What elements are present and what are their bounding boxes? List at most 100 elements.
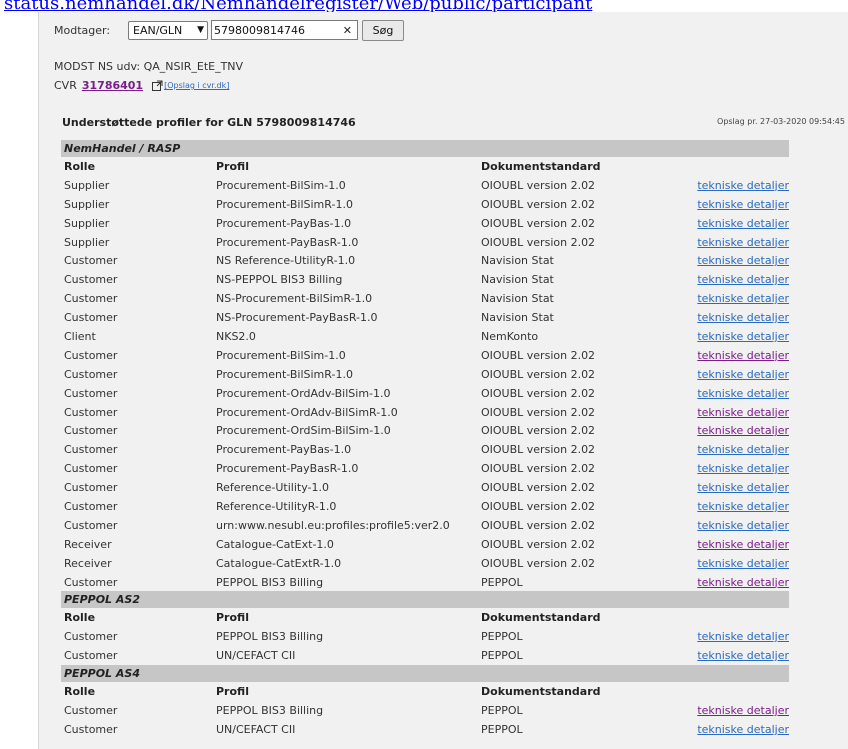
cvr-lookup-link[interactable]: [Opslag i cvr.dk] — [164, 81, 229, 90]
column-header-profile: Profil — [216, 159, 249, 173]
row-role: Customer — [64, 499, 118, 513]
row-doc-standard: OIOUBL version 2.02 — [481, 443, 596, 457]
profiles-table: NemHandel / RASP Rolle Profil Dokumentstand… — [61, 140, 789, 739]
search-bar: Modtager: EAN/GLN ▼ 5798009814746 ✕ Søg — [54, 19, 404, 41]
row-profile: NS-Procurement-PayBasR-1.0 — [216, 311, 378, 325]
row-doc-standard: Navision Stat — [481, 254, 554, 268]
id-type-select[interactable]: EAN/GLN ▼ — [128, 20, 208, 40]
technical-details-link[interactable]: tekniske detaljer — [686, 406, 789, 419]
technical-details-link[interactable]: tekniske detaljer — [686, 254, 789, 267]
technical-details-link[interactable]: tekniske detaljer — [686, 649, 789, 662]
technical-details-link[interactable]: tekniske detaljer — [686, 519, 789, 532]
row-role: Customer — [64, 254, 118, 268]
row-role: Customer — [64, 348, 118, 362]
technical-details-link[interactable]: tekniske detaljer — [686, 330, 789, 343]
technical-details-link[interactable]: tekniske detaljer — [686, 198, 789, 211]
column-header-row: Rolle Profil Dokumentstandard — [61, 682, 789, 701]
technical-details-link[interactable]: tekniske detaljer — [686, 387, 789, 400]
table-row: Customer Procurement-PayBasR-1.0 OIOUBL ve… — [61, 459, 789, 478]
technical-details-link[interactable]: tekniske detaljer — [686, 704, 789, 717]
technical-details-link[interactable]: tekniske detaljer — [686, 723, 789, 736]
clear-icon[interactable]: ✕ — [343, 24, 352, 37]
technical-details-link[interactable]: tekniske detaljer — [686, 424, 789, 437]
table-row: Receiver Catalogue-CatExt-1.0 OIOUBL versi… — [61, 535, 789, 554]
technical-details-link[interactable]: tekniske detaljer — [686, 349, 789, 362]
row-profile: Reference-UtilityR-1.0 — [216, 499, 337, 513]
technical-details-link[interactable]: tekniske detaljer — [686, 273, 789, 286]
row-doc-standard: PEPPOL — [481, 649, 523, 663]
row-doc-standard: Navision Stat — [481, 292, 554, 306]
table-row: Customer PEPPOL BIS3 Billing PEPPOL teknisk… — [61, 627, 789, 646]
row-role: Customer — [64, 649, 118, 663]
technical-details-link[interactable]: tekniske detaljer — [686, 630, 789, 643]
technical-details-link[interactable]: tekniske detaljer — [686, 462, 789, 475]
technical-details-link[interactable]: tekniske detaljer — [686, 500, 789, 513]
column-header-row: Rolle Profil Dokumentstandard — [61, 608, 789, 627]
column-header-role: Rolle — [64, 159, 96, 173]
technical-details-link[interactable]: tekniske detaljer — [686, 576, 789, 589]
row-role: Customer — [64, 703, 118, 717]
group-header: PEPPOL AS2 — [61, 591, 789, 609]
row-profile: Procurement-OrdSim-BilSim-1.0 — [216, 424, 391, 438]
table-row: Customer Reference-UtilityR-1.0 OIOUBL ver… — [61, 497, 789, 516]
row-profile: PEPPOL BIS3 Billing — [216, 630, 324, 644]
technical-details-link[interactable]: tekniske detaljer — [686, 443, 789, 456]
column-header-doc-standard: Dokumentstandard — [481, 159, 601, 173]
row-role: Supplier — [64, 216, 110, 230]
table-row: Customer PEPPOL BIS3 Billing PEPPOL teknisk… — [61, 573, 789, 592]
technical-details-link[interactable]: tekniske detaljer — [686, 368, 789, 381]
table-row: Customer NS-Procurement-BilSimR-1.0 Navisi… — [61, 289, 789, 308]
row-profile: Reference-Utility-1.0 — [216, 481, 329, 495]
recipient-label: Modtager: — [54, 23, 111, 37]
column-header-profile: Profil — [216, 685, 249, 699]
row-doc-standard: OIOUBL version 2.02 — [481, 405, 596, 419]
row-role: Supplier — [64, 178, 110, 192]
technical-details-link[interactable]: tekniske detaljer — [686, 311, 789, 324]
group-header: PEPPOL AS4 — [61, 665, 789, 683]
table-row: Customer Procurement-OrdSim-BilSim-1.0 OIO… — [61, 421, 789, 440]
table-row: Customer Procurement-OrdAdv-BilSimR-1.0 OI… — [61, 403, 789, 422]
technical-details-link[interactable]: tekniske detaljer — [686, 557, 789, 570]
table-row: Supplier Procurement-BilSimR-1.0 OIOUBL ve… — [61, 195, 789, 214]
row-profile: Procurement-PayBasR-1.0 — [216, 235, 359, 249]
table-row: Customer PEPPOL BIS3 Billing PEPPOL teknisk… — [61, 701, 789, 720]
row-profile: PEPPOL BIS3 Billing — [216, 575, 324, 589]
table-row: Customer Procurement-BilSimR-1.0 OIOUBL ve… — [61, 365, 789, 384]
row-doc-standard: PEPPOL — [481, 722, 523, 736]
row-role: Client — [64, 329, 96, 343]
row-role: Customer — [64, 443, 118, 457]
group-header: NemHandel / RASP — [61, 140, 789, 157]
table-row: Customer UN/CEFACT CII PEPPOL tekniske deta… — [61, 720, 789, 739]
external-link-icon — [152, 80, 163, 91]
row-profile: Procurement-PayBasR-1.0 — [216, 462, 359, 476]
row-profile: NS-PEPPOL BIS3 Billing — [216, 273, 343, 287]
row-role: Customer — [64, 405, 118, 419]
column-header-role: Rolle — [64, 611, 96, 625]
row-role: Customer — [64, 424, 118, 438]
row-role: Receiver — [64, 556, 112, 570]
technical-details-link[interactable]: tekniske detaljer — [686, 236, 789, 249]
technical-details-link[interactable]: tekniske detaljer — [686, 292, 789, 305]
technical-details-link[interactable]: tekniske detaljer — [686, 217, 789, 230]
table-row: Customer NS Reference-UtilityR-1.0 Navisio… — [61, 251, 789, 270]
table-row: Customer urn:www.nesubl.eu:profiles:profi… — [61, 516, 789, 535]
recipient-search-input[interactable]: 5798009814746 ✕ — [211, 20, 358, 40]
row-doc-standard: OIOUBL version 2.02 — [481, 481, 596, 495]
table-row: Client NKS2.0 NemKonto tekniske detaljer — [61, 327, 789, 346]
search-button[interactable]: Søg — [362, 19, 404, 41]
row-role: Customer — [64, 462, 118, 476]
row-role: Customer — [64, 386, 118, 400]
table-row: Customer NS-PEPPOL BIS3 Billing Navision S… — [61, 270, 789, 289]
technical-details-link[interactable]: tekniske detaljer — [686, 538, 789, 551]
technical-details-link[interactable]: tekniske detaljer — [686, 179, 789, 192]
row-doc-standard: OIOUBL version 2.02 — [481, 216, 596, 230]
row-profile: Procurement-BilSimR-1.0 — [216, 197, 353, 211]
row-doc-standard: OIOUBL version 2.02 — [481, 424, 596, 438]
row-profile: Procurement-PayBas-1.0 — [216, 443, 352, 457]
technical-details-link[interactable]: tekniske detaljer — [686, 481, 789, 494]
cvr-number-link[interactable]: 31786401 — [82, 79, 143, 92]
lookup-timestamp: Opslag pr. 27-03-2020 09:54:45 — [717, 117, 845, 126]
row-doc-standard: OIOUBL version 2.02 — [481, 367, 596, 381]
row-doc-standard: OIOUBL version 2.02 — [481, 197, 596, 211]
row-profile: NS Reference-UtilityR-1.0 — [216, 254, 356, 268]
